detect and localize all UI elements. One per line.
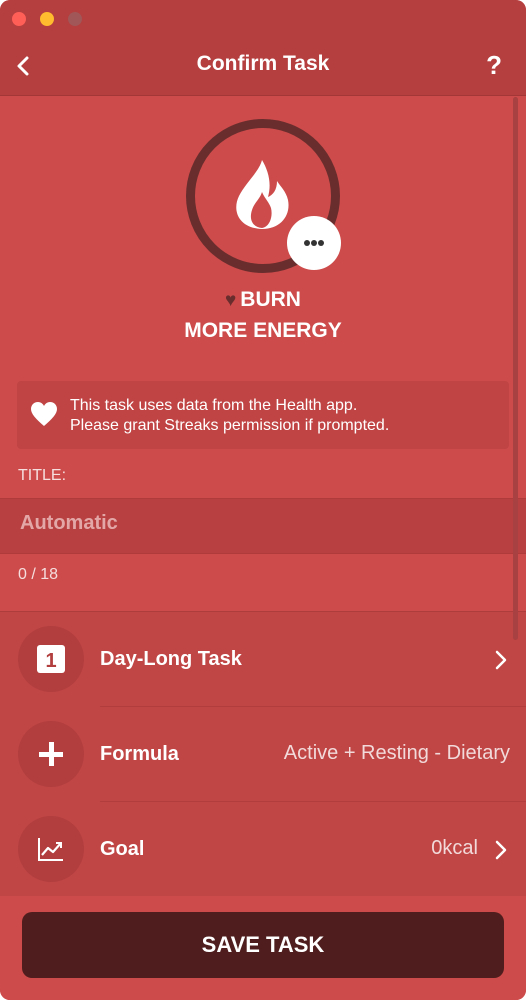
formula-label: Formula — [100, 743, 179, 765]
heart-icon — [31, 402, 57, 426]
calendar-day-icon: 1 — [37, 645, 65, 673]
health-note-text: This task uses data from the Health app.… — [70, 396, 389, 436]
minimize-window-button[interactable] — [40, 12, 54, 26]
character-counter: 0 / 18 — [18, 566, 59, 583]
row-icon-container — [18, 721, 84, 787]
formula-value: Active + Resting - Dietary — [283, 742, 510, 764]
zoom-window-button[interactable] — [68, 12, 82, 26]
title-label: TITLE: — [18, 467, 67, 484]
health-note-line1: This task uses data from the Health app. — [70, 397, 358, 414]
flame-icon — [236, 160, 289, 229]
task-name-line1: BURN — [240, 288, 301, 311]
title-bar: Confirm Task ? — [0, 0, 526, 96]
trend-chart-icon — [38, 838, 63, 861]
goal-row[interactable]: Goal 0kcal — [0, 802, 526, 897]
title-field[interactable] — [0, 498, 526, 554]
save-task-button[interactable]: SAVE TASK — [22, 912, 504, 978]
goal-label: Goal — [100, 838, 145, 860]
chevron-right-icon — [495, 650, 507, 670]
more-dot-icon — [318, 240, 324, 246]
row-icon-container: 1 — [18, 626, 84, 692]
day-long-task-label: Day-Long Task — [100, 648, 242, 670]
day-long-task-row[interactable]: 1 Day-Long Task — [0, 612, 526, 707]
row-icon-container — [18, 816, 84, 882]
app-window: Confirm Task ? ♥ BURN MORE ENERGY This ta… — [0, 0, 526, 1000]
close-window-button[interactable] — [12, 12, 26, 26]
task-name: ♥ BURN MORE ENERGY — [0, 285, 526, 346]
more-dot-icon — [304, 240, 310, 246]
health-note-line2: Please grant Streaks permission if promp… — [70, 417, 390, 434]
chevron-right-icon — [495, 840, 507, 860]
scrollbar[interactable] — [513, 97, 518, 640]
health-permission-notice: This task uses data from the Health app.… — [17, 381, 509, 449]
task-options-list: 1 Day-Long Task Formula Active + Resting… — [0, 611, 526, 897]
formula-row[interactable]: Formula Active + Resting - Dietary — [0, 707, 526, 802]
calendar-day-number: 1 — [45, 650, 56, 672]
task-name-line2: MORE ENERGY — [184, 319, 342, 342]
plus-icon — [39, 742, 63, 766]
help-button[interactable]: ? — [486, 50, 502, 81]
more-dot-icon — [311, 240, 317, 246]
goal-value: 0kcal — [431, 837, 478, 859]
page-title: Confirm Task — [196, 52, 330, 75]
title-input[interactable] — [18, 511, 502, 536]
more-options-button[interactable] — [287, 216, 341, 270]
footer: SAVE TASK — [0, 896, 526, 1000]
heart-icon: ♥ — [225, 290, 237, 311]
